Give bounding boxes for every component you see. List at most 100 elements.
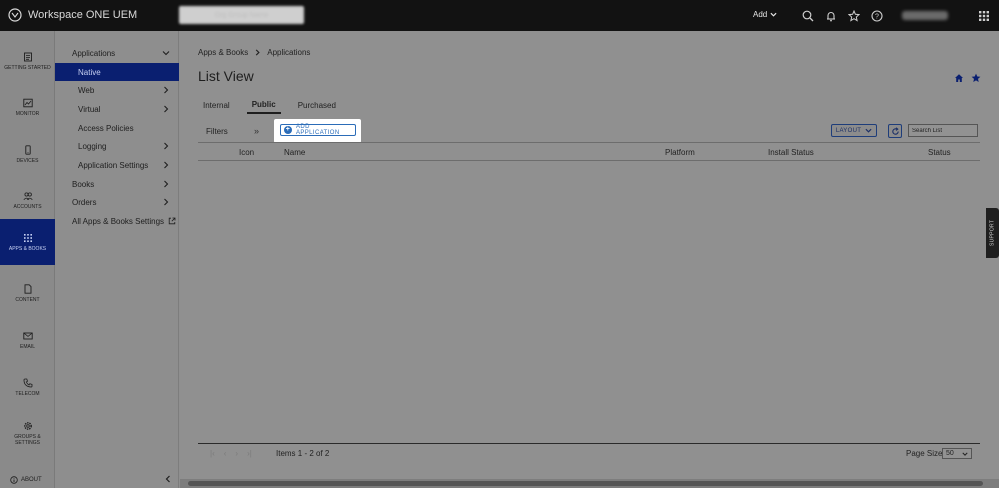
top-bar: Workspace ONE UEM Org Group Name Add ? bbox=[0, 0, 999, 31]
chevron-right-icon bbox=[164, 86, 169, 94]
app-title: Workspace ONE UEM bbox=[28, 9, 138, 21]
next-page-icon[interactable]: › bbox=[235, 449, 238, 458]
last-page-icon[interactable]: ›| bbox=[247, 449, 252, 458]
subnav-logging[interactable]: Logging bbox=[55, 137, 179, 155]
tab-purchased[interactable]: Purchased bbox=[293, 97, 341, 114]
help-icon[interactable]: ? bbox=[870, 9, 884, 23]
add-menu-button[interactable]: Add bbox=[753, 10, 777, 19]
home-icon[interactable] bbox=[954, 73, 964, 83]
column-header-status[interactable]: Status bbox=[928, 148, 951, 157]
external-link-icon bbox=[168, 217, 176, 225]
layout-button[interactable]: LAYOUT bbox=[831, 124, 877, 137]
search-input[interactable] bbox=[908, 124, 978, 137]
nav-content[interactable]: CONTENT bbox=[0, 271, 55, 315]
collapse-nav-icon[interactable] bbox=[164, 475, 172, 483]
user-menu[interactable] bbox=[902, 11, 948, 20]
subnav-access-policies[interactable]: Access Policies bbox=[55, 119, 179, 137]
chevron-right-icon bbox=[164, 105, 169, 113]
subnav-applications[interactable]: Applications bbox=[55, 44, 179, 62]
about-link[interactable]: ABOUT bbox=[10, 476, 42, 484]
chevron-right-icon bbox=[164, 180, 169, 188]
column-header-icon[interactable]: Icon bbox=[239, 148, 254, 157]
subnav-label: Native bbox=[78, 67, 101, 77]
nav-label: GETTING STARTED bbox=[4, 64, 51, 71]
nav-label: DEVICES bbox=[16, 157, 39, 164]
app-logo[interactable]: Workspace ONE UEM bbox=[8, 8, 137, 22]
nav-label: MONITOR bbox=[15, 110, 40, 117]
document-icon bbox=[24, 283, 31, 294]
support-label: SUPPORT bbox=[989, 219, 996, 247]
search-icon[interactable] bbox=[801, 9, 815, 23]
tab-bar: Internal Public Purchased bbox=[198, 97, 353, 114]
tab-internal[interactable]: Internal bbox=[198, 97, 235, 114]
subnav-label: Applications bbox=[72, 48, 116, 58]
chevron-down-icon bbox=[770, 12, 777, 17]
column-header-install-status[interactable]: Install Status bbox=[768, 148, 814, 157]
info-icon bbox=[10, 476, 18, 484]
nav-accounts[interactable]: ACCOUNTS bbox=[0, 178, 55, 222]
chart-icon bbox=[22, 98, 33, 107]
subnav-label: Web bbox=[78, 85, 95, 95]
star-icon[interactable] bbox=[971, 73, 981, 83]
first-page-icon[interactable]: |‹ bbox=[210, 449, 215, 458]
nav-label: APPS & BOOKS bbox=[8, 245, 47, 252]
prev-page-icon[interactable]: ‹ bbox=[224, 449, 227, 458]
star-icon[interactable] bbox=[847, 9, 861, 23]
subnav-label: Access Policies bbox=[78, 123, 134, 133]
subnav-all-apps-books-settings[interactable]: All Apps & Books Settings bbox=[55, 212, 179, 230]
page-size-label: Page Size: bbox=[906, 449, 945, 458]
layout-label: LAYOUT bbox=[835, 127, 862, 134]
horizontal-scrollbar[interactable] bbox=[188, 481, 983, 486]
breadcrumb-applications[interactable]: Applications bbox=[267, 48, 310, 57]
app-window: Workspace ONE UEM Org Group Name Add ? G… bbox=[0, 0, 999, 488]
nav-email[interactable]: EMAIL bbox=[0, 318, 55, 362]
subnav-books[interactable]: Books bbox=[55, 175, 179, 193]
apps-grid-icon bbox=[23, 233, 32, 242]
page-title: List View bbox=[198, 68, 254, 84]
bell-icon[interactable] bbox=[824, 9, 838, 23]
subnav-virtual[interactable]: Virtual bbox=[55, 100, 179, 118]
chevron-right-icon bbox=[164, 161, 169, 169]
table-footer: |‹ ‹ › ›| Items 1 - 2 of 2 Page Size: 50 bbox=[198, 443, 980, 463]
nav-monitor[interactable]: MONITOR bbox=[0, 85, 55, 129]
support-tab[interactable]: SUPPORT bbox=[986, 208, 999, 258]
filters-toggle[interactable]: Filters bbox=[206, 127, 228, 136]
subnav-orders[interactable]: Orders bbox=[55, 193, 179, 211]
nav-groups-settings[interactable]: GROUPS & SETTINGS bbox=[0, 411, 55, 455]
refresh-button[interactable] bbox=[888, 124, 902, 138]
nav-getting-started[interactable]: GETTING STARTED bbox=[0, 39, 55, 83]
add-application-button[interactable]: + ADD APPLICATION bbox=[280, 124, 356, 136]
subnav-application-settings[interactable]: Application Settings bbox=[55, 156, 179, 174]
breadcrumb-apps-books[interactable]: Apps & Books bbox=[198, 48, 248, 57]
chevron-right-icon bbox=[164, 198, 169, 206]
nav-telecom[interactable]: TELECOM bbox=[0, 365, 55, 409]
telephone-icon bbox=[23, 378, 32, 387]
page-size-value: 50 bbox=[946, 450, 954, 457]
add-label: Add bbox=[753, 10, 768, 19]
plus-circle-icon: + bbox=[284, 126, 292, 134]
gear-icon bbox=[23, 421, 32, 430]
subnav-web[interactable]: Web bbox=[55, 81, 179, 99]
nav-devices[interactable]: DEVICES bbox=[0, 132, 55, 176]
page-size-select[interactable]: 50 bbox=[942, 448, 972, 459]
nav-label: TELECOM bbox=[15, 390, 40, 397]
add-application-label: ADD APPLICATION bbox=[295, 124, 340, 136]
secondary-nav: Applications Native Web Virtual Access P… bbox=[55, 31, 179, 488]
breadcrumb: Apps & Books Applications bbox=[198, 48, 310, 57]
nav-label: CONTENT bbox=[15, 296, 40, 303]
grid-icon[interactable] bbox=[977, 9, 991, 23]
subnav-label: Logging bbox=[78, 141, 107, 151]
expand-filters-icon[interactable]: » bbox=[254, 126, 259, 136]
page-header-actions bbox=[954, 73, 981, 83]
nav-apps-books[interactable]: APPS & BOOKS bbox=[0, 219, 55, 265]
phone-icon bbox=[24, 144, 31, 155]
subnav-label: Virtual bbox=[78, 104, 101, 114]
column-header-name[interactable]: Name bbox=[284, 148, 305, 157]
about-label: ABOUT bbox=[21, 477, 42, 483]
refresh-icon bbox=[891, 126, 899, 135]
org-group-selector[interactable]: Org Group Name bbox=[179, 6, 304, 24]
column-header-platform[interactable]: Platform bbox=[665, 148, 695, 157]
tab-public[interactable]: Public bbox=[246, 97, 281, 114]
chevron-down-icon bbox=[162, 51, 170, 56]
subnav-native[interactable]: Native bbox=[55, 63, 179, 81]
